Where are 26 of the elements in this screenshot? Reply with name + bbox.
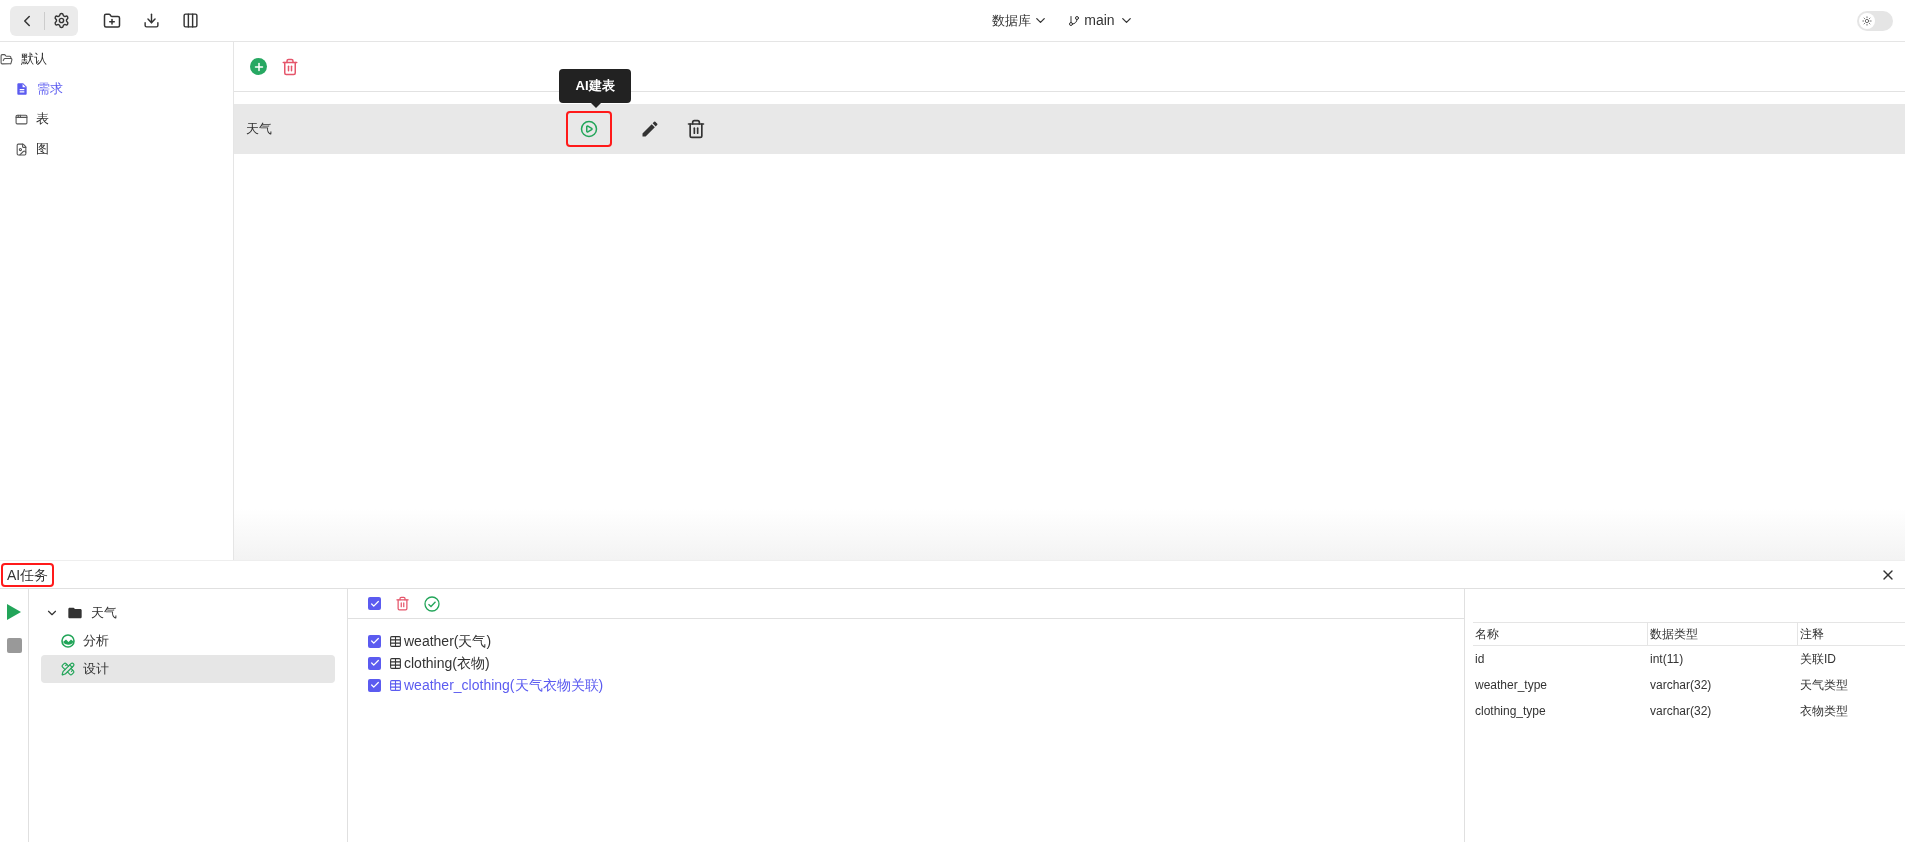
column-header: 注释 bbox=[1799, 626, 1825, 643]
tree-item[interactable]: 分析 bbox=[41, 627, 335, 655]
branch-dropdown[interactable]: main bbox=[1068, 10, 1134, 31]
table-cell-text: 关联ID bbox=[1799, 651, 1837, 668]
table-cell-text: clothing_type bbox=[1474, 703, 1547, 720]
sidebar-item[interactable]: 表 bbox=[15, 104, 233, 134]
database-dropdown[interactable]: 数据库 bbox=[992, 10, 1049, 31]
column-header: 名称 bbox=[1473, 623, 1648, 645]
table-list-item[interactable]: weather_clothing(天气衣物关联) bbox=[389, 674, 604, 696]
table-cell-text: 天气类型 bbox=[1799, 677, 1849, 694]
panel-title: AI任务 bbox=[1, 562, 55, 587]
requirement-name: 天气 bbox=[246, 120, 273, 139]
sidebar-item[interactable]: 默认 bbox=[0, 44, 233, 74]
sidebar-item[interactable]: 需求 bbox=[15, 74, 233, 104]
table-cell-text: int(11) bbox=[1649, 651, 1685, 668]
table-cell-text: 衣物类型 bbox=[1799, 703, 1849, 720]
table-cell-text: id bbox=[1474, 651, 1486, 668]
table-cell-text: varchar(32) bbox=[1649, 677, 1713, 694]
table-list-item[interactable]: weather(天气) bbox=[389, 630, 492, 652]
tree-item[interactable]: 设计 bbox=[41, 655, 335, 683]
column-header: 数据类型 bbox=[1648, 623, 1798, 645]
tree-item[interactable]: 天气 bbox=[41, 599, 335, 627]
table-list-item[interactable]: clothing(衣物) bbox=[389, 652, 490, 674]
table-cell-text: varchar(32) bbox=[1649, 703, 1713, 720]
sidebar-item[interactable]: 图 bbox=[15, 134, 233, 164]
table-cell-text: weather_type bbox=[1474, 677, 1549, 694]
